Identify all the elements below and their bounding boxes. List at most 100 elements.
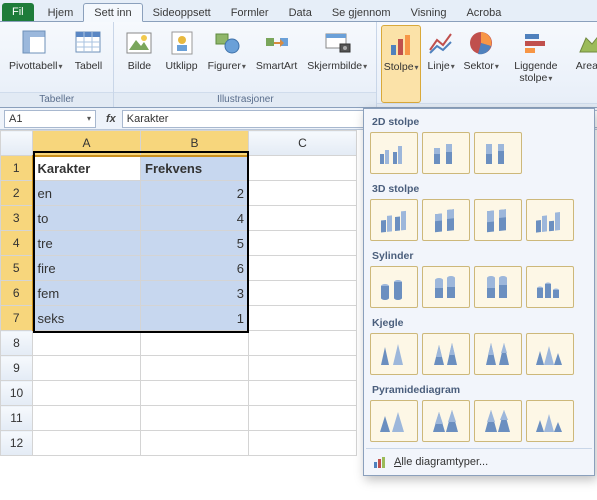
chart-pyr-clustered[interactable] [370,400,418,442]
cell-c9[interactable] [249,356,357,381]
table-button[interactable]: Tabell [67,25,109,92]
cell-c8[interactable] [249,331,357,356]
chart-3d-column[interactable] [526,199,574,241]
chart-3d-100stacked[interactable] [474,199,522,241]
chart-cone-stacked[interactable] [422,333,470,375]
cell-a1[interactable]: Karakter [33,156,141,181]
row-header-10[interactable]: 10 [1,381,33,406]
cell-b1[interactable]: Frekvens [141,156,249,181]
cell-a4[interactable]: tre [33,231,141,256]
grid[interactable]: A B C 1 Karakter Frekvens 2en2 3to4 4tre… [0,130,357,456]
row-header-3[interactable]: 3 [1,206,33,231]
cell-a12[interactable] [33,431,141,456]
col-header-c[interactable]: C [249,131,357,156]
cell-b8[interactable] [141,331,249,356]
row-header-1[interactable]: 1 [1,156,33,181]
chart-cone-3d[interactable] [526,333,574,375]
cell-c10[interactable] [249,381,357,406]
cell-c6[interactable] [249,281,357,306]
cell-a11[interactable] [33,406,141,431]
cell-c4[interactable] [249,231,357,256]
chart-cyl-100stacked[interactable] [474,266,522,308]
line-chart-button[interactable]: Linje▾ [421,25,461,103]
row-header-11[interactable]: 11 [1,406,33,431]
cell-c1[interactable] [249,156,357,181]
select-all-corner[interactable] [1,131,33,156]
cell-b11[interactable] [141,406,249,431]
cell-c12[interactable] [249,431,357,456]
tab-home[interactable]: Hjem [38,4,84,21]
all-chart-types[interactable]: AAlle diagramtyper...lle diagramtyper... [366,448,592,475]
cell-b10[interactable] [141,381,249,406]
cell-c5[interactable] [249,256,357,281]
tab-formulas[interactable]: Formler [221,4,279,21]
chart-3d-stacked[interactable] [422,199,470,241]
cell-a8[interactable] [33,331,141,356]
col-header-b[interactable]: B [141,131,249,156]
cell-a7[interactable]: seks [33,306,141,331]
cell-c11[interactable] [249,406,357,431]
group-tables: Pivottabell▾ Tabell Tabeller [0,22,114,107]
row-header-2[interactable]: 2 [1,181,33,206]
cell-b12[interactable] [141,431,249,456]
cell-a6[interactable]: fem [33,281,141,306]
picture-button[interactable]: Bilde [118,25,160,92]
cell-a2[interactable]: en [33,181,141,206]
cell-b4[interactable]: 5 [141,231,249,256]
cell-c7[interactable] [249,306,357,331]
tab-view[interactable]: Visning [401,4,457,21]
area-chart-button[interactable]: Areal▾ [571,25,597,103]
chart-3d-clustered[interactable] [370,199,418,241]
smartart-button[interactable]: SmartArt [251,25,302,92]
pie-chart-button[interactable]: Sektor▾ [461,25,501,103]
chart-cyl-3d[interactable] [526,266,574,308]
row-header-7[interactable]: 7 [1,306,33,331]
clipart-button[interactable]: Utklipp [160,25,202,92]
row-header-4[interactable]: 4 [1,231,33,256]
cell-b5[interactable]: 6 [141,256,249,281]
pivot-table-button[interactable]: Pivottabell▾ [4,25,67,92]
tab-acrobat[interactable]: Acroba [456,4,511,21]
chart-cone-100stacked[interactable] [474,333,522,375]
tab-page-layout[interactable]: Sideoppsett [143,4,221,21]
row-header-6[interactable]: 6 [1,281,33,306]
col-header-a[interactable]: A [33,131,141,156]
tab-data[interactable]: Data [279,4,322,21]
cell-b9[interactable] [141,356,249,381]
chart-pyr-3d[interactable] [526,400,574,442]
cell-a5[interactable]: fire [33,256,141,281]
tab-file[interactable]: Fil [2,3,34,21]
shapes-button[interactable]: Figurer▾ [203,25,251,92]
cell-a10[interactable] [33,381,141,406]
row-header-12[interactable]: 12 [1,431,33,456]
cell-b3[interactable]: 4 [141,206,249,231]
cell-a3[interactable]: to [33,206,141,231]
cell-b2[interactable]: 2 [141,181,249,206]
tab-insert[interactable]: Sett inn [83,3,142,22]
chart-cone-clustered[interactable] [370,333,418,375]
row-header-5[interactable]: 5 [1,256,33,281]
fx-icon[interactable]: fx [100,113,122,125]
bar-chart-button[interactable]: Liggende stolpe▾ [501,25,570,103]
group-illustrations: Bilde Utklipp Figurer▾ SmartArt [114,22,377,107]
cell-c2[interactable] [249,181,357,206]
tab-review[interactable]: Se gjennom [322,4,401,21]
chart-cyl-clustered[interactable] [370,266,418,308]
cell-c3[interactable] [249,206,357,231]
cell-b7[interactable]: 1 [141,306,249,331]
column-chart-button[interactable]: Stolpe▾ [381,25,421,103]
row-header-8[interactable]: 8 [1,331,33,356]
cell-b6[interactable]: 3 [141,281,249,306]
chart-pyr-stacked[interactable] [422,400,470,442]
pivot-table-label: Pivottabell▾ [9,61,62,73]
chart-2d-clustered[interactable] [370,132,418,174]
chart-2d-100stacked[interactable] [474,132,522,174]
screenshot-icon [321,27,353,59]
cell-a9[interactable] [33,356,141,381]
chart-2d-stacked[interactable] [422,132,470,174]
row-header-9[interactable]: 9 [1,356,33,381]
screenshot-button[interactable]: Skjermbilde▾ [302,25,372,92]
chart-pyr-100stacked[interactable] [474,400,522,442]
name-box[interactable]: A1 ▾ [4,110,96,128]
chart-cyl-stacked[interactable] [422,266,470,308]
